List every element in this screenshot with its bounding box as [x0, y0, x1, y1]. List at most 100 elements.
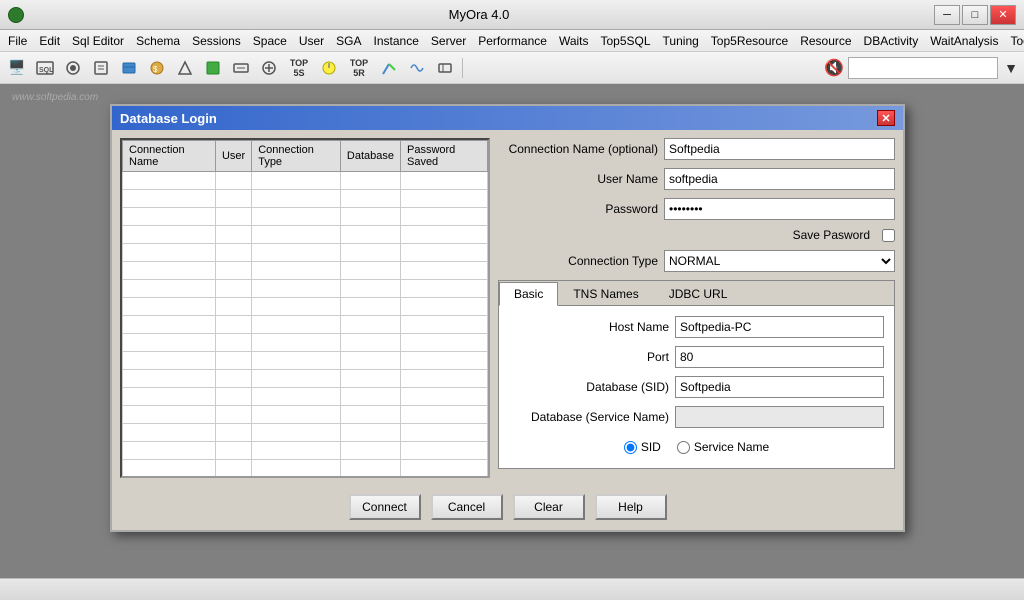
- menu-sqleditor[interactable]: Sql Editor: [66, 32, 130, 50]
- host-name-row: Host Name: [509, 316, 884, 338]
- toolbar-btn-12[interactable]: [316, 55, 342, 81]
- connection-type-select[interactable]: NORMAL SYSDBA SYSOPER: [664, 250, 895, 272]
- menu-top5resource[interactable]: Top5Resource: [705, 32, 794, 50]
- radio-service[interactable]: [677, 441, 690, 454]
- connection-name-input[interactable]: [664, 138, 895, 160]
- toolbar-btn-14[interactable]: [376, 55, 402, 81]
- tab-jdbc-url[interactable]: JDBC URL: [654, 282, 743, 306]
- toolbar-btn-15[interactable]: [404, 55, 430, 81]
- menu-top5sql[interactable]: Top5SQL: [595, 32, 657, 50]
- toolbar-btn-9[interactable]: [228, 55, 254, 81]
- menu-performance[interactable]: Performance: [472, 32, 553, 50]
- tab-basic[interactable]: Basic: [499, 282, 558, 306]
- dialog-close-button[interactable]: ✕: [877, 110, 895, 126]
- menu-file[interactable]: File: [2, 32, 33, 50]
- database-sid-row: Database (SID): [509, 376, 884, 398]
- table-row[interactable]: [123, 190, 488, 208]
- menu-sessions[interactable]: Sessions: [186, 32, 247, 50]
- table-row[interactable]: [123, 478, 488, 479]
- database-service-input[interactable]: [675, 406, 884, 428]
- help-button[interactable]: Help: [595, 494, 667, 520]
- username-input[interactable]: [664, 168, 895, 190]
- database-login-dialog: Database Login ✕ Connection Name User Co…: [110, 104, 905, 532]
- clear-button[interactable]: Clear: [513, 494, 585, 520]
- toolbar-btn-6[interactable]: $: [144, 55, 170, 81]
- host-name-label: Host Name: [509, 320, 669, 334]
- radio-sid-label: SID: [641, 440, 661, 454]
- toolbar-btn-8[interactable]: [200, 55, 226, 81]
- toolbar-btn-10[interactable]: [256, 55, 282, 81]
- toolbar-right: 🔇 ▼: [824, 55, 1020, 81]
- menu-dbactivity[interactable]: DBActivity: [858, 32, 925, 50]
- table-row[interactable]: [123, 352, 488, 370]
- toolbar-btn-4[interactable]: [88, 55, 114, 81]
- radio-sid[interactable]: [624, 441, 637, 454]
- table-row[interactable]: [123, 460, 488, 478]
- search-dropdown-button[interactable]: ▼: [1002, 55, 1020, 81]
- menu-sga[interactable]: SGA: [330, 32, 367, 50]
- menu-resource[interactable]: Resource: [794, 32, 857, 50]
- radio-sid-option[interactable]: SID: [624, 440, 661, 454]
- table-row[interactable]: [123, 298, 488, 316]
- menu-tuning[interactable]: Tuning: [657, 32, 705, 50]
- watermark: www.softpedia.com: [12, 92, 98, 103]
- toolbar-btn-16[interactable]: [432, 55, 458, 81]
- window-close-button[interactable]: ✕: [990, 5, 1016, 25]
- menu-server[interactable]: Server: [425, 32, 472, 50]
- search-input[interactable]: [848, 57, 998, 79]
- table-row[interactable]: [123, 370, 488, 388]
- main-area: www.softpedia.com Database Login ✕ Conne…: [0, 84, 1024, 578]
- menu-tools[interactable]: Tools: [1004, 32, 1024, 50]
- table-row[interactable]: [123, 406, 488, 424]
- toolbar-btn-3[interactable]: [60, 55, 86, 81]
- cancel-button[interactable]: Cancel: [431, 494, 503, 520]
- minimize-button[interactable]: ─: [934, 5, 960, 25]
- col-connection-type: Connection Type: [252, 141, 341, 172]
- connect-button[interactable]: Connect: [349, 494, 421, 520]
- password-input[interactable]: [664, 198, 895, 220]
- toolbar-btn-13[interactable]: TOP5R: [344, 55, 374, 81]
- menu-instance[interactable]: Instance: [368, 32, 425, 50]
- dialog-title-bar: Database Login ✕: [112, 106, 903, 130]
- toolbar-btn-sql[interactable]: SQL: [32, 55, 58, 81]
- host-name-input[interactable]: [675, 316, 884, 338]
- window-title: MyOra 4.0: [24, 7, 934, 22]
- port-input[interactable]: [675, 346, 884, 368]
- toolbar-btn-1[interactable]: 🖥️: [4, 55, 30, 81]
- table-row[interactable]: [123, 226, 488, 244]
- menu-edit[interactable]: Edit: [33, 32, 66, 50]
- login-form: Connection Name (optional) User Name Pas…: [498, 138, 895, 478]
- toolbar-btn-7[interactable]: [172, 55, 198, 81]
- table-row[interactable]: [123, 388, 488, 406]
- table-row[interactable]: [123, 424, 488, 442]
- connection-name-row: Connection Name (optional): [498, 138, 895, 160]
- restore-button[interactable]: □: [962, 5, 988, 25]
- table-row[interactable]: [123, 262, 488, 280]
- database-sid-input[interactable]: [675, 376, 884, 398]
- database-service-label: Database (Service Name): [509, 410, 669, 424]
- table-row[interactable]: [123, 208, 488, 226]
- menu-waitanalysis[interactable]: WaitAnalysis: [924, 32, 1004, 50]
- radio-service-option[interactable]: Service Name: [677, 440, 769, 454]
- menu-waits[interactable]: Waits: [553, 32, 595, 50]
- menu-space[interactable]: Space: [247, 32, 293, 50]
- radio-service-label: Service Name: [694, 440, 769, 454]
- table-row[interactable]: [123, 334, 488, 352]
- tab-tns-names[interactable]: TNS Names: [558, 282, 653, 306]
- save-password-row: Save Pasword: [498, 228, 895, 242]
- table-row[interactable]: [123, 172, 488, 190]
- menu-user[interactable]: User: [293, 32, 330, 50]
- connection-type-row: Connection Type NORMAL SYSDBA SYSOPER: [498, 250, 895, 272]
- password-label: Password: [498, 202, 658, 216]
- title-bar: MyOra 4.0 ─ □ ✕: [0, 0, 1024, 30]
- save-password-checkbox[interactable]: [882, 229, 895, 242]
- toolbar-btn-11[interactable]: TOP5S: [284, 55, 314, 81]
- table-row[interactable]: [123, 316, 488, 334]
- table-row[interactable]: [123, 442, 488, 460]
- table-row[interactable]: [123, 244, 488, 262]
- database-service-row: Database (Service Name): [509, 406, 884, 428]
- svg-text:SQL: SQL: [39, 67, 54, 74]
- table-row[interactable]: [123, 280, 488, 298]
- menu-schema[interactable]: Schema: [130, 32, 186, 50]
- toolbar-btn-5[interactable]: [116, 55, 142, 81]
